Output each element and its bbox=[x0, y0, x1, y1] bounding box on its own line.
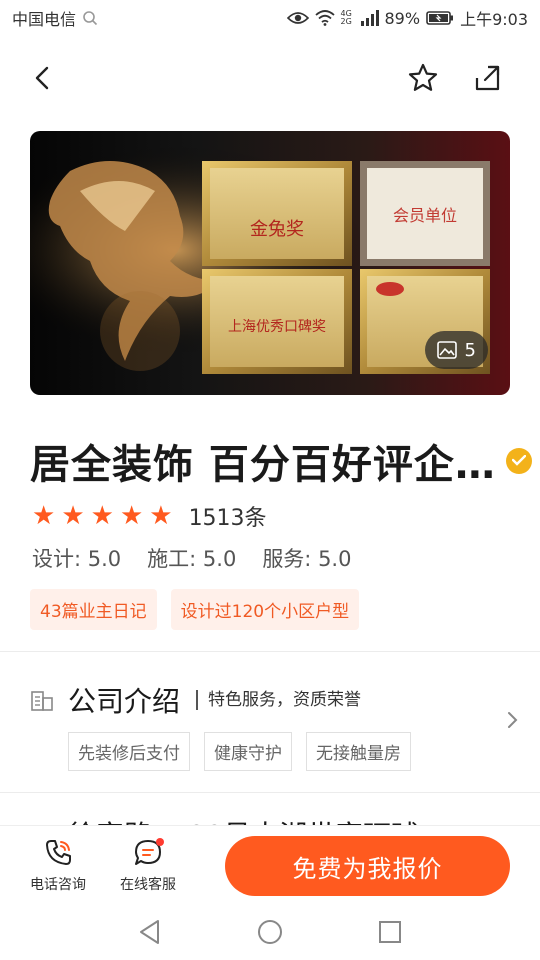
feature-tags: 先装修后支付 健康守护 无接触量房 bbox=[68, 732, 520, 771]
battery-percent: 89% bbox=[384, 8, 421, 28]
star-icon: ★ bbox=[149, 501, 173, 531]
gallery-banner[interactable]: 金兔奖 会员单位 上海优秀口碑奖 5 bbox=[30, 131, 510, 395]
wifi-icon bbox=[314, 10, 335, 26]
svg-text:金兔奖: 金兔奖 bbox=[250, 219, 304, 240]
battery-icon bbox=[426, 11, 454, 25]
back-arrow-icon bbox=[35, 66, 49, 90]
title-row: 居全装饰 百分百好评企… bbox=[30, 432, 540, 490]
divider bbox=[0, 792, 540, 793]
signal-icon bbox=[360, 10, 379, 26]
photo-count-badge[interactable]: 5 bbox=[424, 331, 488, 369]
service-score: 服务: 5.0 bbox=[262, 547, 352, 571]
company-title: 居全装饰 百分百好评企… bbox=[30, 442, 496, 488]
recents-square-icon[interactable] bbox=[378, 920, 402, 944]
favorite-button[interactable] bbox=[401, 56, 445, 100]
share-icon bbox=[475, 65, 500, 91]
top-nav bbox=[0, 54, 540, 104]
feature-tag: 无接触量房 bbox=[306, 732, 411, 771]
design-score: 设计: 5.0 bbox=[32, 547, 122, 571]
search-icon bbox=[83, 11, 98, 26]
feature-tag: 先装修后支付 bbox=[68, 732, 190, 771]
notification-dot bbox=[156, 838, 164, 846]
star-icon: ★ bbox=[90, 501, 114, 531]
building-icon bbox=[31, 691, 53, 711]
phone-icon bbox=[46, 840, 71, 865]
bottom-action-bar: 电话咨询 在线客服 免费为我报价 bbox=[0, 825, 540, 903]
free-quote-button[interactable]: 免费为我报价 bbox=[225, 836, 510, 896]
star-icon: ★ bbox=[61, 501, 85, 531]
phone-consult-label: 电话咨询 bbox=[30, 877, 86, 893]
review-count: 1513条 bbox=[188, 506, 267, 531]
back-triangle-icon[interactable] bbox=[138, 919, 162, 945]
diary-tag[interactable]: 43篇业主日记 bbox=[30, 589, 157, 630]
clock: 上午9:03 bbox=[460, 10, 528, 29]
construction-score: 施工: 5.0 bbox=[147, 547, 237, 571]
company-intro-section[interactable]: 公司介绍 特色服务，资质荣誉 先装修后支付 健康守护 无接触量房 bbox=[30, 680, 520, 771]
image-icon bbox=[436, 341, 457, 359]
status-bar: 中国电信 4G 2G 89% 上午9:03 bbox=[0, 0, 540, 36]
share-button[interactable] bbox=[466, 56, 510, 100]
chevron-right-icon bbox=[508, 712, 518, 728]
online-chat-label: 在线客服 bbox=[120, 877, 176, 893]
floorplan-tag[interactable]: 设计过120个小区户型 bbox=[170, 589, 360, 630]
star-icon: ★ bbox=[119, 501, 144, 531]
carrier-label: 中国电信 bbox=[12, 10, 77, 29]
verified-icon bbox=[506, 448, 532, 474]
feature-tag: 健康守护 bbox=[204, 732, 292, 771]
svg-text:上海优秀口碑奖: 上海优秀口碑奖 bbox=[228, 318, 326, 335]
section-title: 公司介绍 bbox=[68, 685, 181, 718]
score-list: 设计: 5.0 施工: 5.0 服务: 5.0 bbox=[32, 543, 351, 573]
star-icon: ★ bbox=[32, 501, 56, 531]
section-subtitle: 特色服务，资质荣誉 bbox=[196, 690, 361, 710]
star-outline-icon bbox=[408, 63, 438, 91]
home-circle-icon[interactable] bbox=[257, 919, 283, 945]
photo-count-value: 5 bbox=[464, 339, 476, 361]
svg-text:会员单位: 会员单位 bbox=[393, 206, 457, 225]
back-button[interactable] bbox=[20, 56, 64, 100]
divider bbox=[0, 651, 540, 652]
online-chat-button[interactable]: 在线客服 bbox=[120, 838, 176, 894]
phone-consult-button[interactable]: 电话咨询 bbox=[30, 838, 86, 894]
eye-icon bbox=[286, 12, 309, 24]
system-nav-bar bbox=[0, 903, 540, 960]
highlight-tags: 43篇业主日记 设计过120个小区户型 bbox=[30, 589, 360, 630]
network-label: 4G 2G bbox=[340, 9, 352, 26]
rating-row: ★ ★ ★ ★ ★ 1513条 bbox=[32, 500, 267, 532]
